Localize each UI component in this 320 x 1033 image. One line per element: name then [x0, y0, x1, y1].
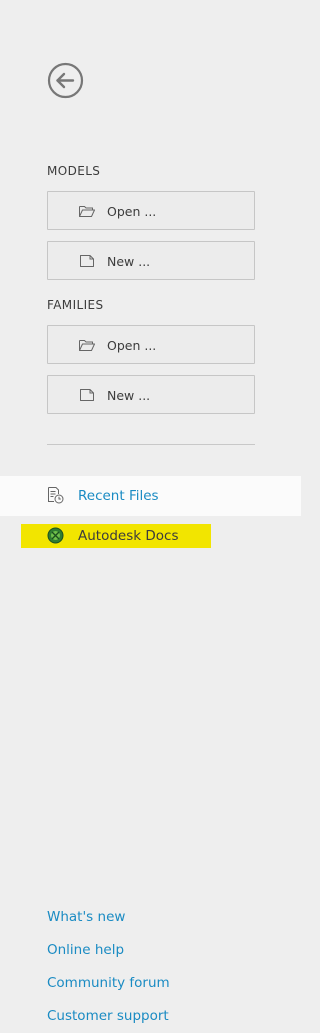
open-folder-icon — [79, 205, 95, 217]
section-divider — [47, 444, 255, 445]
whats-new-link[interactable]: What's new — [47, 909, 125, 925]
customer-support-link[interactable]: Customer support — [47, 1008, 169, 1024]
sidebar-item-label: Recent Files — [78, 488, 159, 504]
autodesk-docs-icon — [47, 527, 64, 544]
back-arrow-circle-icon — [47, 62, 84, 99]
families-open-label: Open ... — [107, 338, 157, 353]
back-button[interactable] — [47, 62, 84, 99]
models-new-label: New ... — [107, 254, 151, 269]
sidebar-item-label: Autodesk Docs — [78, 528, 179, 544]
recent-files-icon — [47, 487, 64, 504]
new-file-icon — [79, 255, 95, 267]
families-open-button[interactable]: Open ... — [47, 325, 255, 364]
online-help-link[interactable]: Online help — [47, 942, 124, 958]
community-forum-link[interactable]: Community forum — [47, 975, 170, 991]
families-new-label: New ... — [107, 388, 151, 403]
open-folder-icon — [79, 339, 95, 351]
models-new-button[interactable]: New ... — [47, 241, 255, 280]
new-file-icon — [79, 389, 95, 401]
models-open-label: Open ... — [107, 204, 157, 219]
models-section-label: MODELS — [47, 164, 101, 178]
sidebar-item-autodesk-docs[interactable]: Autodesk Docs — [21, 524, 211, 548]
models-open-button[interactable]: Open ... — [47, 191, 255, 230]
families-new-button[interactable]: New ... — [47, 375, 255, 414]
sidebar-item-recent-files[interactable]: Recent Files — [0, 476, 301, 516]
families-section-label: FAMILIES — [47, 298, 104, 312]
